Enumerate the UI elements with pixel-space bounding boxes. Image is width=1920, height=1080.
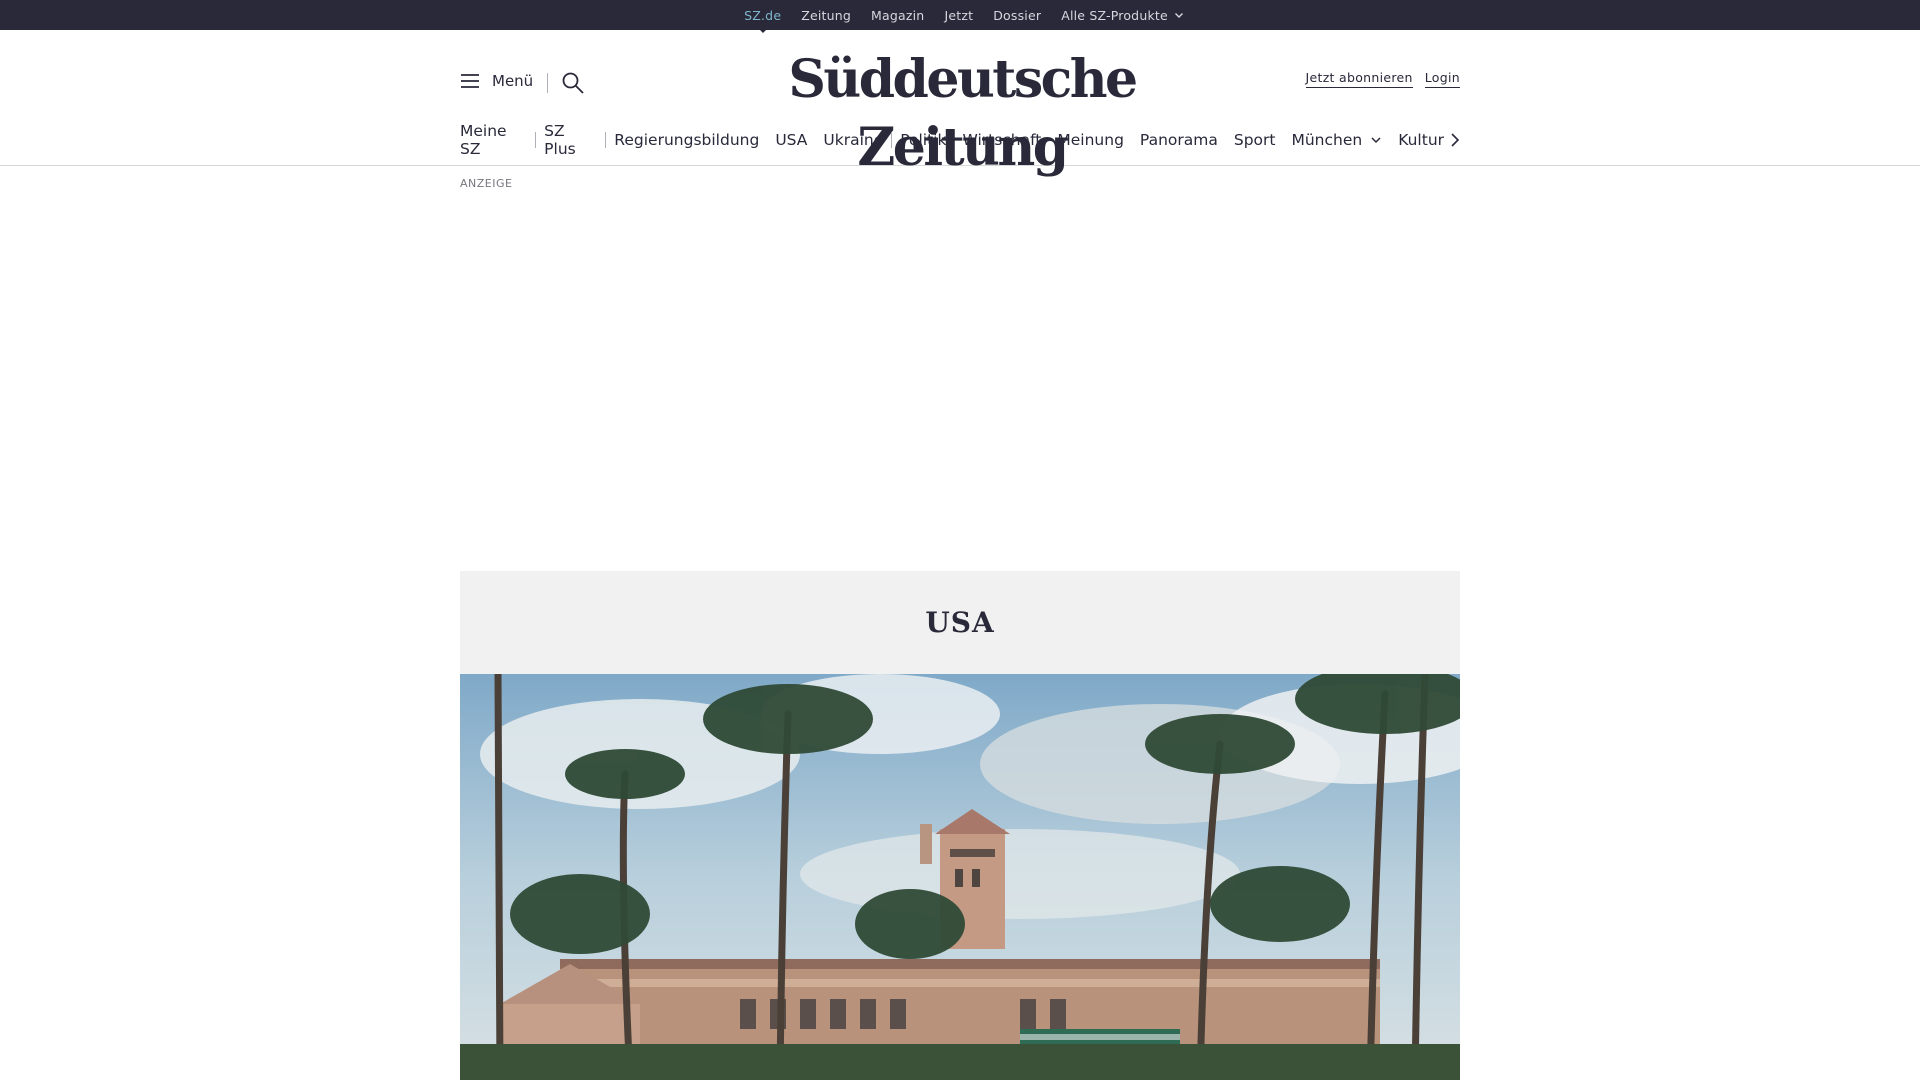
search-icon bbox=[562, 72, 584, 94]
nav-item-meinung[interactable]: Meinung bbox=[1057, 131, 1140, 149]
hero-image[interactable] bbox=[460, 674, 1460, 1080]
product-link-magazin[interactable]: Magazin bbox=[871, 8, 924, 23]
nav-item-sz-plus[interactable]: SZ Plus bbox=[544, 122, 613, 158]
nav-separator bbox=[535, 132, 537, 148]
product-link-all-products[interactable]: Alle SZ-Produkte bbox=[1061, 8, 1184, 23]
site-header: Menü Süddeutsche Zeitung Jetzt abonniere… bbox=[0, 30, 1920, 178]
subscribe-link[interactable]: Jetzt abonnieren bbox=[1305, 70, 1413, 88]
hamburger-icon bbox=[461, 74, 479, 88]
section-nav: Meine SZ SZ Plus Regierungsbildung USA U… bbox=[460, 122, 1460, 158]
nav-item-regierungsbildung[interactable]: Regierungsbildung bbox=[614, 131, 775, 149]
nav-item-politik[interactable]: Politik bbox=[900, 131, 962, 149]
login-link[interactable]: Login bbox=[1424, 70, 1460, 88]
hero-photo bbox=[460, 674, 1460, 1080]
nav-item-sport[interactable]: Sport bbox=[1234, 131, 1292, 149]
search-button[interactable] bbox=[560, 70, 586, 96]
account-links: Jetzt abonnieren Login bbox=[1305, 70, 1460, 88]
nav-item-muenchen-label: München bbox=[1291, 131, 1363, 149]
product-link-sz[interactable]: SZ.de bbox=[744, 8, 781, 23]
product-bar: SZ.de Zeitung Magazin Jetzt Dossier Alle… bbox=[0, 0, 1920, 30]
header-divider bbox=[547, 73, 548, 93]
chevron-down-icon bbox=[1371, 137, 1381, 144]
product-nav: SZ.de Zeitung Magazin Jetzt Dossier Alle… bbox=[0, 0, 1920, 30]
ressort-banner: USA bbox=[460, 571, 1460, 674]
ad-label: ANZEIGE bbox=[460, 177, 513, 190]
nav-item-wirtschaft[interactable]: Wirtschaft bbox=[962, 131, 1057, 149]
ressort-title[interactable]: USA bbox=[925, 606, 994, 639]
product-link-jetzt[interactable]: Jetzt bbox=[944, 8, 973, 23]
menu-label: Menü bbox=[492, 72, 534, 90]
nav-item-ukraine[interactable]: Ukraine bbox=[823, 131, 899, 149]
header-inner: Menü Süddeutsche Zeitung Jetzt abonniere… bbox=[460, 30, 1462, 178]
chevron-right-icon[interactable] bbox=[1448, 132, 1462, 148]
nav-item-meine-sz[interactable]: Meine SZ bbox=[460, 122, 543, 158]
nav-separator bbox=[605, 132, 607, 148]
product-link-all-products-label: Alle SZ-Produkte bbox=[1061, 7, 1168, 23]
site-logo[interactable]: Süddeutsche Zeitung bbox=[722, 46, 1202, 181]
nav-item-muenchen[interactable]: München bbox=[1291, 131, 1398, 149]
nav-separator bbox=[891, 132, 893, 148]
chevron-down-icon bbox=[1174, 13, 1183, 18]
menu-button[interactable]: Menü bbox=[460, 72, 533, 90]
nav-item-usa[interactable]: USA bbox=[775, 131, 823, 149]
nav-item-panorama[interactable]: Panorama bbox=[1140, 131, 1234, 149]
product-link-zeitung[interactable]: Zeitung bbox=[801, 8, 851, 23]
product-link-dossier[interactable]: Dossier bbox=[993, 8, 1041, 23]
